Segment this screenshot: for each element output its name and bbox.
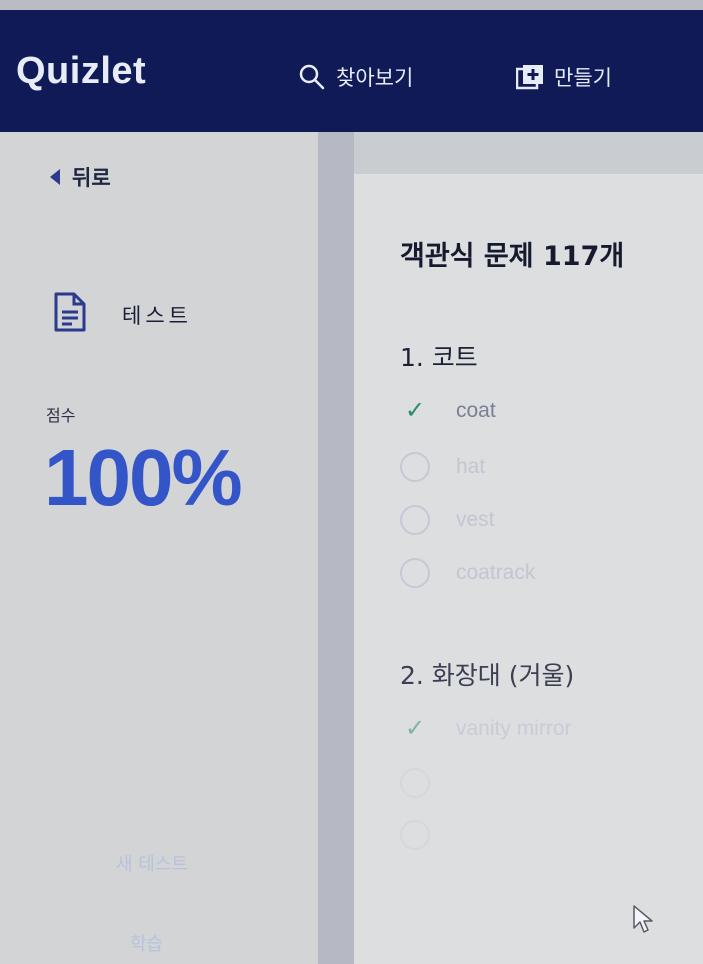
- answer-option-text: coatrack: [456, 561, 536, 584]
- answer-option[interactable]: ✓ coat: [400, 396, 496, 425]
- radio-circle-icon: [400, 452, 430, 482]
- radio-circle-icon: [400, 558, 430, 588]
- search-nav-label: 찾아보기: [336, 66, 414, 90]
- checkmark-icon: ✓: [404, 397, 426, 424]
- review-button[interactable]: 학습: [130, 930, 163, 956]
- left-sidebar: [0, 132, 318, 964]
- score-value: 100%: [44, 433, 243, 522]
- answer-option[interactable]: [400, 820, 430, 850]
- radio-circle-icon: [400, 505, 430, 535]
- back-arrow-icon: [50, 169, 60, 185]
- answer-option[interactable]: hat: [400, 452, 485, 482]
- score-label: 점수: [46, 406, 76, 425]
- radio-circle-icon: [400, 768, 430, 798]
- back-button[interactable]: 뒤로: [50, 162, 111, 192]
- mode-label-text: 테스트: [122, 303, 192, 328]
- retake-test-button[interactable]: 새 테스트: [116, 850, 188, 876]
- radio-circle-icon: [400, 820, 430, 850]
- answer-option-text: vest: [456, 508, 495, 531]
- answer-option-text: coat: [456, 398, 496, 422]
- question-title: 1. 코트: [400, 343, 478, 372]
- answer-option[interactable]: ✓ vanity mirror: [400, 714, 572, 743]
- quizlet-logo[interactable]: Quizlet: [16, 50, 146, 93]
- search-nav-button[interactable]: 찾아보기: [298, 62, 413, 92]
- answer-option[interactable]: vest: [400, 505, 495, 535]
- answer-option[interactable]: [400, 768, 430, 798]
- answer-option-text: hat: [456, 455, 486, 478]
- document-icon: [52, 292, 88, 337]
- add-set-icon: [516, 64, 544, 90]
- create-nav-button[interactable]: 만들기: [516, 62, 612, 92]
- study-mode-label: 테스트: [52, 292, 192, 337]
- create-nav-label: 만들기: [554, 66, 612, 90]
- column-divider: [318, 132, 354, 964]
- back-label: 뒤로: [72, 166, 111, 190]
- search-icon: [298, 63, 326, 91]
- answer-option[interactable]: coatrack: [400, 558, 535, 588]
- test-title: 객관식 문제 117개: [400, 241, 625, 272]
- top-navigation-bar: Quizlet 찾아보기 만들기: [0, 0, 703, 132]
- question-title: 2. 화장대 (거울): [400, 661, 575, 690]
- answer-option-text: vanity mirror: [456, 716, 572, 740]
- mouse-pointer-icon: [632, 904, 654, 938]
- checkmark-icon: ✓: [404, 715, 426, 742]
